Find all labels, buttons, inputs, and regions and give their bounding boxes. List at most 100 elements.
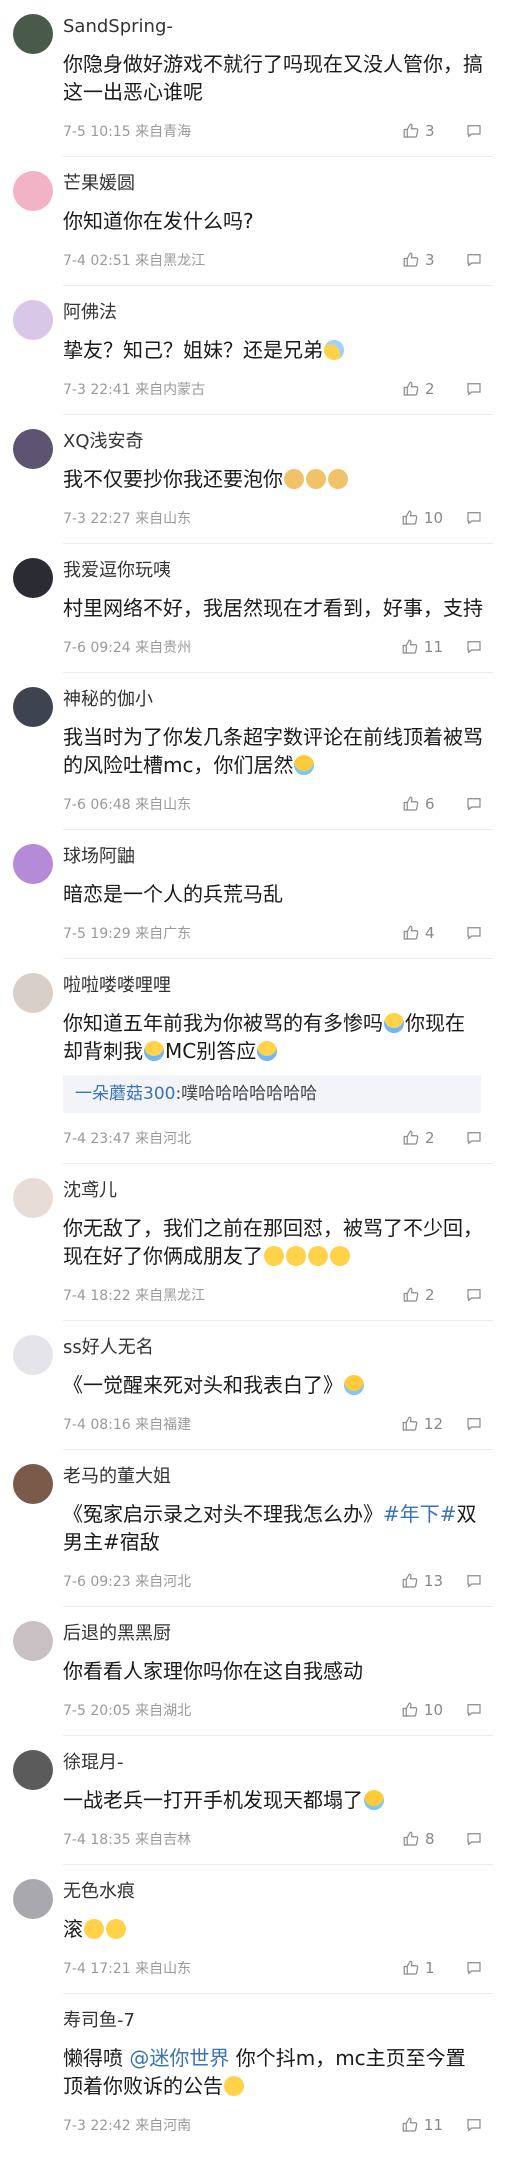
reply-button[interactable]: [465, 1129, 483, 1147]
like-button[interactable]: 6: [402, 795, 443, 813]
reply-button[interactable]: [465, 1959, 483, 1977]
like-count: 2: [425, 380, 435, 398]
comment-bubble-icon: [467, 2119, 481, 2132]
like-button[interactable]: 2: [402, 1286, 443, 1304]
username[interactable]: XQ浅安奇: [63, 429, 493, 455]
avatar[interactable]: [13, 1178, 53, 1218]
timestamp-location: 7-3 22:27 来自山东: [63, 511, 192, 527]
like-count: 10: [423, 1701, 443, 1719]
timestamp-location: 7-4 02:51 来自黑龙江: [63, 253, 206, 269]
reply-button[interactable]: [465, 1286, 483, 1304]
reply-button[interactable]: [465, 122, 483, 140]
cry-emoji-icon: [257, 1041, 278, 1061]
topic-link[interactable]: #年下#: [383, 1502, 457, 1526]
username[interactable]: 我爱逗你玩咦: [63, 558, 493, 584]
cry-emoji-icon: [384, 1013, 404, 1033]
comment-body: 寿司鱼-7 懒得喷 @迷你世界 你个抖m，mc主页至今置顶着你败诉的公告 7-3…: [63, 2008, 493, 2150]
avatar[interactable]: [13, 171, 53, 211]
username[interactable]: SandSpring-: [63, 14, 493, 40]
username[interactable]: 神秘的伽小: [63, 687, 493, 713]
avatar[interactable]: [13, 429, 53, 469]
reply-button[interactable]: [465, 795, 483, 813]
like-button[interactable]: 2: [402, 1129, 443, 1147]
like-button[interactable]: 12: [401, 1415, 443, 1433]
reply-button[interactable]: [465, 924, 483, 942]
reply-button[interactable]: [465, 1415, 483, 1433]
comment-text-content: 滚: [63, 1917, 83, 1941]
reply-button[interactable]: [465, 509, 483, 527]
comment-meta: 7-5 20:05 来自湖北 10: [63, 1699, 493, 1721]
mention-link[interactable]: @迷你世界: [129, 2046, 229, 2070]
avatar[interactable]: [13, 558, 53, 598]
comment-text: 一战老兵一打开手机发现天都塌了: [63, 1786, 493, 1814]
comment-item: 徐琨月- 一战老兵一打开手机发现天都塌了 7-4 18:35 来自吉林 8: [0, 1736, 507, 1865]
username[interactable]: 沈鸢儿: [63, 1178, 493, 1204]
like-button[interactable]: 3: [402, 251, 443, 269]
comment-body: 沈鸢儿 你无敌了，我们之前在那回怼，被骂了不少回，现在好了你俩成朋友了 7-4 …: [63, 1178, 493, 1321]
like-button[interactable]: 1: [402, 1959, 443, 1977]
comment-meta: 7-3 22:42 来自河南 11: [63, 2114, 493, 2136]
like-button[interactable]: 11: [401, 638, 443, 656]
comment-bubble-icon: [467, 1418, 481, 1431]
avatar[interactable]: [13, 300, 53, 340]
like-button[interactable]: 2: [402, 380, 443, 398]
comment-body: 神秘的伽小 我当时为了你发几条超字数评论在前线顶着被骂的风险吐槽mc，你们居然 …: [63, 687, 493, 830]
comment-meta: 7-4 08:16 来自福建 12: [63, 1413, 493, 1435]
sub-reply[interactable]: 一朵蘑菇300:噗哈哈哈哈哈哈哈: [63, 1075, 481, 1113]
avatar[interactable]: [13, 2008, 53, 2048]
avatar[interactable]: [13, 973, 53, 1013]
doge-emoji-icon: [284, 469, 304, 489]
thumbs-up-icon: [403, 123, 419, 138]
username[interactable]: 徐琨月-: [63, 1750, 493, 1776]
reply-button[interactable]: [465, 380, 483, 398]
username[interactable]: 芒果媛圆: [63, 171, 493, 197]
comment-item: 阿佛法 挚友？知己？姐妹？还是兄弟 7-3 22:41 来自内蒙古 2: [0, 286, 507, 415]
comment-text-content: 《冤家启示录之对头不理我怎么办》: [63, 1502, 383, 1526]
reply-button[interactable]: [465, 251, 483, 269]
avatar[interactable]: [13, 1879, 53, 1919]
reply-button[interactable]: [465, 1830, 483, 1848]
avatar[interactable]: [13, 1335, 53, 1375]
like-button[interactable]: 10: [401, 1701, 443, 1719]
username[interactable]: 无色水痕: [63, 1879, 493, 1905]
timestamp-location: 7-4 08:16 来自福建: [63, 1417, 192, 1433]
like-button[interactable]: 8: [402, 1830, 443, 1848]
comment-text: 你无敌了，我们之前在那回怼，被骂了不少回，现在好了你俩成朋友了: [63, 1214, 493, 1270]
comment-bubble-icon: [467, 798, 481, 811]
comment-body: 我爱逗你玩咦 村里网络不好，我居然现在才看到，好事，支持 7-6 09:24 来…: [63, 558, 493, 673]
thumbs-up-icon: [403, 252, 419, 267]
like-count: 11: [423, 2116, 443, 2134]
avatar[interactable]: [13, 1750, 53, 1790]
comment-text: 你隐身做好游戏不就行了吗现在又没人管你，搞这一出恶心谁呢: [63, 52, 483, 104]
thumbs-up-icon: [402, 1573, 418, 1588]
avatar[interactable]: [13, 687, 53, 727]
comment-meta: 7-4 23:47 来自河北 2: [63, 1127, 493, 1149]
reply-button[interactable]: [465, 2116, 483, 2134]
thumbs-up-icon: [402, 1702, 418, 1717]
like-count: 2: [425, 1286, 435, 1304]
username[interactable]: 老马的董大姐: [63, 1464, 493, 1490]
sub-reply-username[interactable]: 一朵蘑菇300: [75, 1084, 175, 1104]
avatar[interactable]: [13, 1464, 53, 1504]
username[interactable]: ss好人无名: [63, 1335, 493, 1361]
reply-button[interactable]: [465, 1701, 483, 1719]
comment-text-content: MC别答应: [165, 1039, 257, 1063]
timestamp-location: 7-3 22:41 来自内蒙古: [63, 382, 206, 398]
smile-emoji-icon: [286, 1246, 306, 1266]
avatar[interactable]: [13, 14, 53, 54]
like-button[interactable]: 13: [401, 1572, 443, 1590]
username[interactable]: 球场阿鼬: [63, 844, 493, 870]
avatar[interactable]: [13, 844, 53, 884]
username[interactable]: 啦啦喽喽哩哩: [63, 973, 493, 999]
username[interactable]: 后退的黑黑厨: [63, 1621, 493, 1647]
like-button[interactable]: 10: [401, 509, 443, 527]
avatar[interactable]: [13, 1621, 53, 1661]
like-button[interactable]: 3: [402, 122, 443, 140]
like-button[interactable]: 11: [401, 2116, 443, 2134]
like-button[interactable]: 4: [402, 924, 443, 942]
username[interactable]: 寿司鱼-7: [63, 2008, 493, 2034]
reply-button[interactable]: [465, 1572, 483, 1590]
reply-button[interactable]: [465, 638, 483, 656]
username[interactable]: 阿佛法: [63, 300, 493, 326]
sweat-emoji-icon: [324, 340, 344, 360]
